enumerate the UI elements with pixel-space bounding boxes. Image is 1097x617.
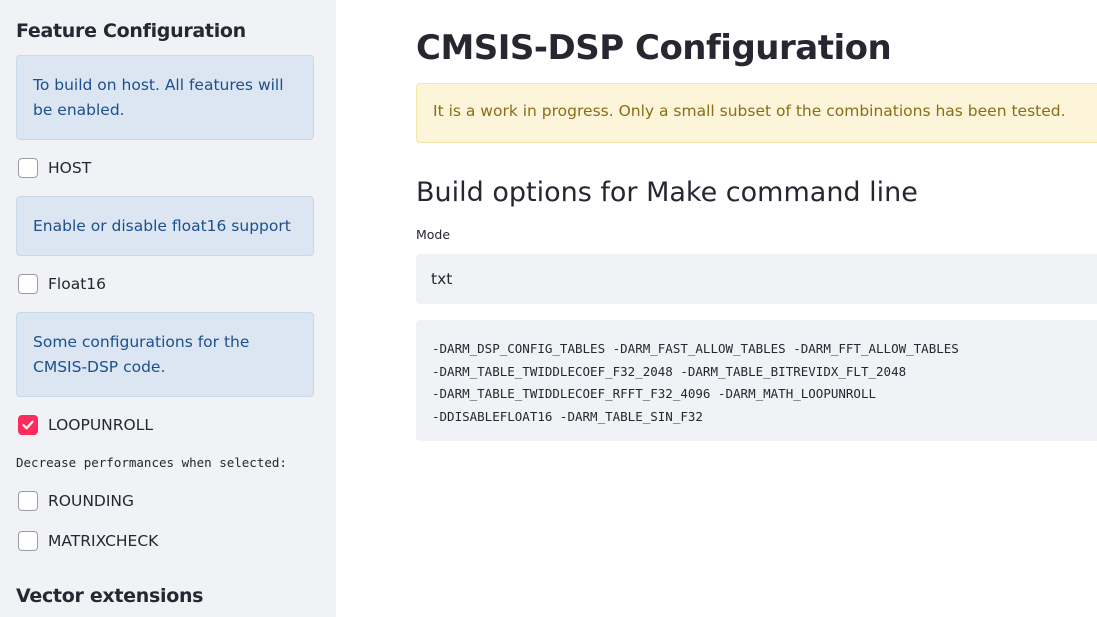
- build-options-code-block: -DARM_DSP_CONFIG_TABLES -DARM_FAST_ALLOW…: [416, 320, 1097, 441]
- rounding-checkbox[interactable]: [18, 491, 38, 511]
- performance-note: Decrease performances when selected:: [16, 455, 287, 470]
- rounding-checkbox-row[interactable]: ROUNDING: [18, 490, 134, 512]
- code-line: -DARM_DSP_CONFIG_TABLES -DARM_FAST_ALLOW…: [432, 341, 959, 356]
- build-options-heading: Build options for Make command line: [416, 177, 918, 208]
- float16-checkbox-label: Float16: [48, 275, 107, 293]
- main-content: CMSIS-DSP Configuration It is a work in …: [336, 0, 1097, 617]
- feature-configuration-heading: Feature Configuration: [16, 20, 246, 42]
- float16-info-box: Enable or disable float16 support: [16, 196, 314, 256]
- rounding-checkbox-label: ROUNDING: [48, 492, 135, 510]
- code-line: -DARM_TABLE_TWIDDLECOEF_RFFT_F32_4096 -D…: [432, 386, 877, 401]
- loopunroll-checkbox[interactable]: [18, 415, 38, 435]
- host-checkbox-label: HOST: [48, 159, 92, 177]
- code-line: -DARM_TABLE_TWIDDLECOEF_F32_2048 -DARM_T…: [432, 363, 907, 379]
- sidebar: Feature Configuration To build on host. …: [0, 0, 336, 617]
- loopunroll-checkbox-label: LOOPUNROLL: [48, 416, 154, 434]
- checkmark-icon: [22, 420, 34, 430]
- code-line: -DDISABLEFLOAT16 -DARM_TABLE_SIN_F32: [432, 408, 703, 424]
- mode-select-value: txt: [431, 270, 453, 288]
- matrixcheck-checkbox-row[interactable]: MATRIXCHECK: [18, 530, 158, 552]
- mode-select[interactable]: txt: [416, 254, 1097, 304]
- configurations-info-box: Some configurations for the CMSIS-DSP co…: [16, 312, 314, 397]
- host-checkbox-row[interactable]: HOST: [18, 157, 91, 179]
- host-checkbox[interactable]: [18, 158, 38, 178]
- page-title: CMSIS-DSP Configuration: [416, 28, 892, 68]
- matrixcheck-checkbox[interactable]: [18, 531, 38, 551]
- matrixcheck-checkbox-label: MATRIXCHECK: [48, 532, 159, 550]
- vector-extensions-heading: Vector extensions: [16, 585, 204, 607]
- host-info-box: To build on host. All features will be e…: [16, 55, 314, 140]
- warning-box: It is a work in progress. Only a small s…: [416, 83, 1097, 143]
- mode-label: Mode: [416, 227, 451, 242]
- loopunroll-checkbox-row[interactable]: LOOPUNROLL: [18, 414, 153, 436]
- float16-checkbox-row[interactable]: Float16: [18, 273, 106, 295]
- float16-checkbox[interactable]: [18, 274, 38, 294]
